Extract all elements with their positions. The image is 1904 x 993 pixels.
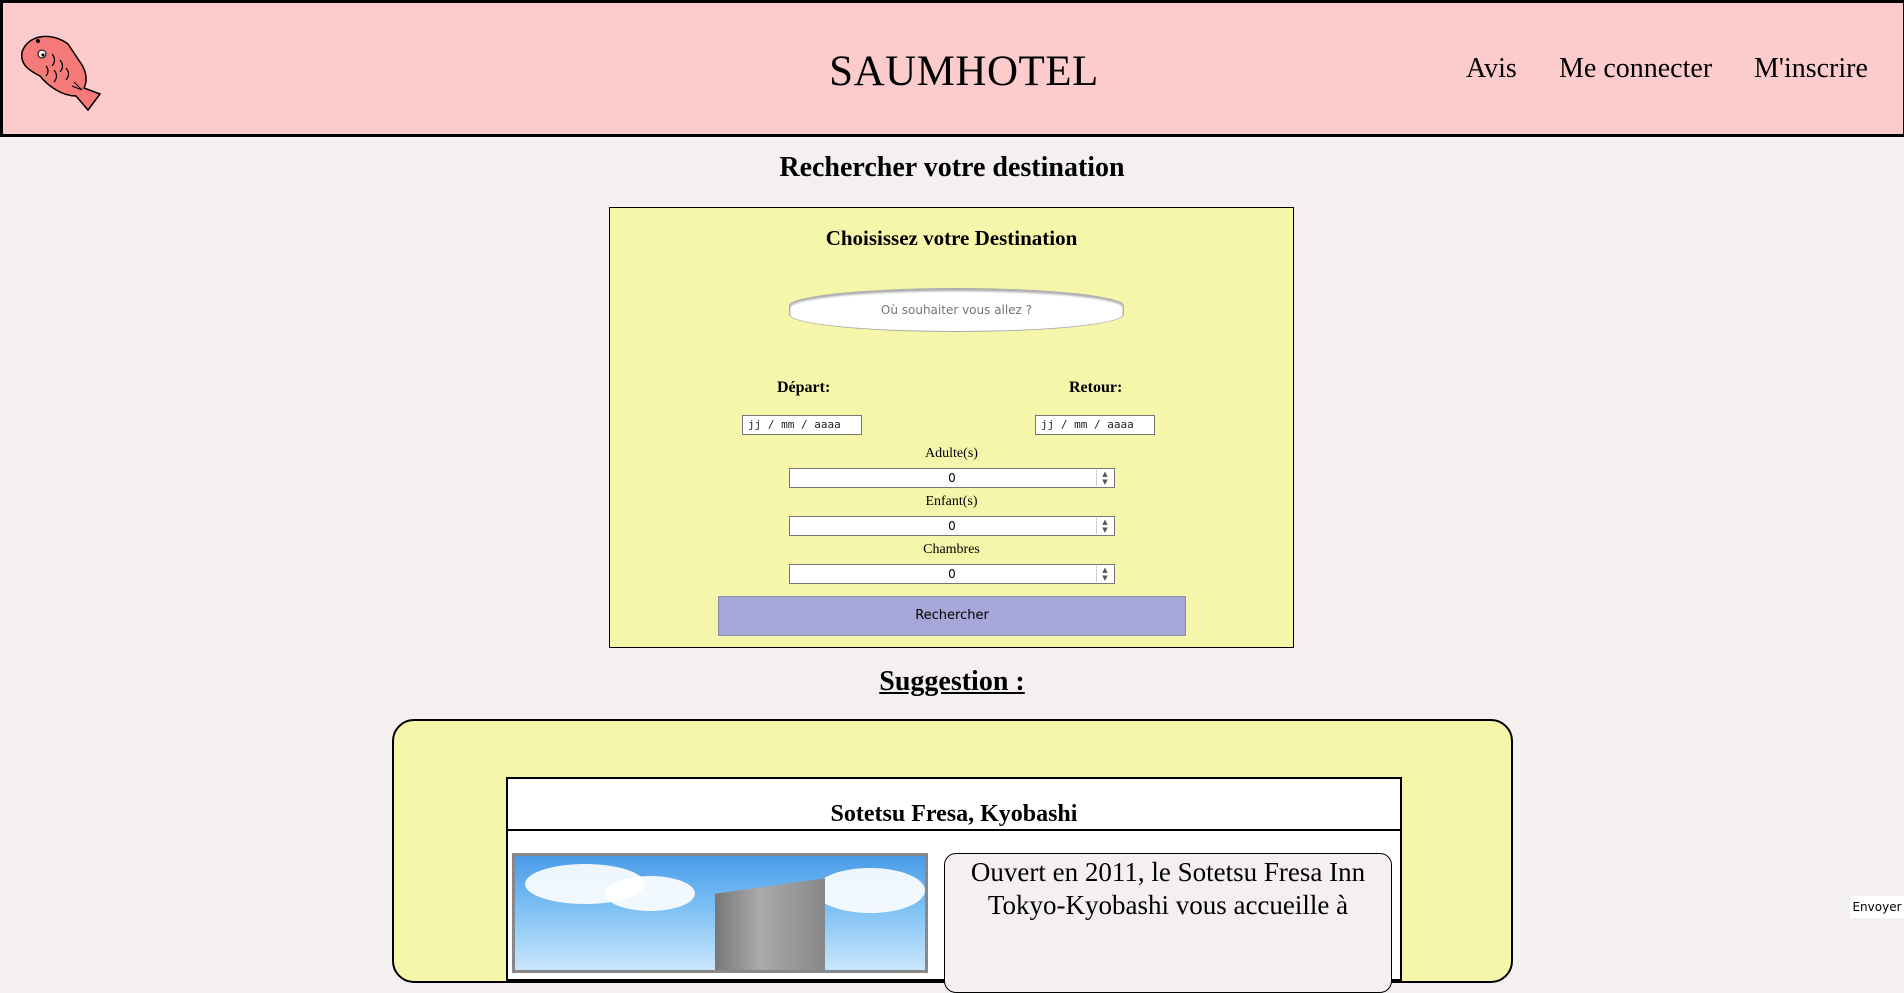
suggestion-heading: Suggestion : xyxy=(879,666,1025,697)
destination-input[interactable] xyxy=(789,288,1124,332)
adults-value: 0 xyxy=(948,471,956,485)
children-label: Enfant(s) xyxy=(925,494,978,509)
children-value: 0 xyxy=(948,519,956,533)
hotel-description: Ouvert en 2011, le Sotetsu Fresa Inn Tok… xyxy=(944,853,1392,993)
hotel-name: Sotetsu Fresa, Kyobashi xyxy=(508,779,1400,831)
search-panel-title: Choisissez votre Destination xyxy=(825,226,1078,250)
search-button[interactable]: Rechercher xyxy=(718,596,1186,636)
spinner-icon[interactable]: ▲ ▼ xyxy=(1096,566,1113,582)
depart-label: Départ: xyxy=(777,379,831,396)
nav-link-login[interactable]: Me connecter xyxy=(1559,53,1712,85)
spinner-icon[interactable]: ▲ ▼ xyxy=(1096,470,1113,486)
depart-date-input[interactable]: jj / mm / aaaa xyxy=(742,415,862,435)
cloud-shape xyxy=(815,868,925,913)
children-stepper[interactable]: 0 ▲ ▼ xyxy=(789,516,1115,536)
nav-link-avis[interactable]: Avis xyxy=(1466,53,1517,85)
adults-stepper[interactable]: 0 ▲ ▼ xyxy=(789,468,1115,488)
hotel-photo[interactable] xyxy=(512,853,928,973)
site-header: SAUMHOTEL Avis Me connecter M'inscrire xyxy=(0,0,1904,137)
search-panel: Choisissez votre Destination Départ: Ret… xyxy=(609,207,1294,648)
rooms-value: 0 xyxy=(948,567,956,581)
building-shape xyxy=(715,878,825,970)
spinner-icon[interactable]: ▲ ▼ xyxy=(1096,518,1113,534)
rooms-stepper[interactable]: 0 ▲ ▼ xyxy=(789,564,1115,584)
send-button[interactable]: Envoyer xyxy=(1850,896,1904,918)
retour-date-input[interactable]: jj / mm / aaaa xyxy=(1035,415,1155,435)
nav-link-signup[interactable]: M'inscrire xyxy=(1754,53,1868,85)
page-heading: Rechercher votre destination xyxy=(779,152,1125,183)
adults-label: Adulte(s) xyxy=(925,446,978,461)
retour-label: Retour: xyxy=(1069,379,1123,396)
cloud-shape xyxy=(605,876,695,911)
hotel-card[interactable]: Sotetsu Fresa, Kyobashi Ouvert en 2011, … xyxy=(506,777,1402,993)
suggestion-panel: Sotetsu Fresa, Kyobashi Ouvert en 2011, … xyxy=(392,719,1513,993)
rooms-label: Chambres xyxy=(923,542,980,557)
